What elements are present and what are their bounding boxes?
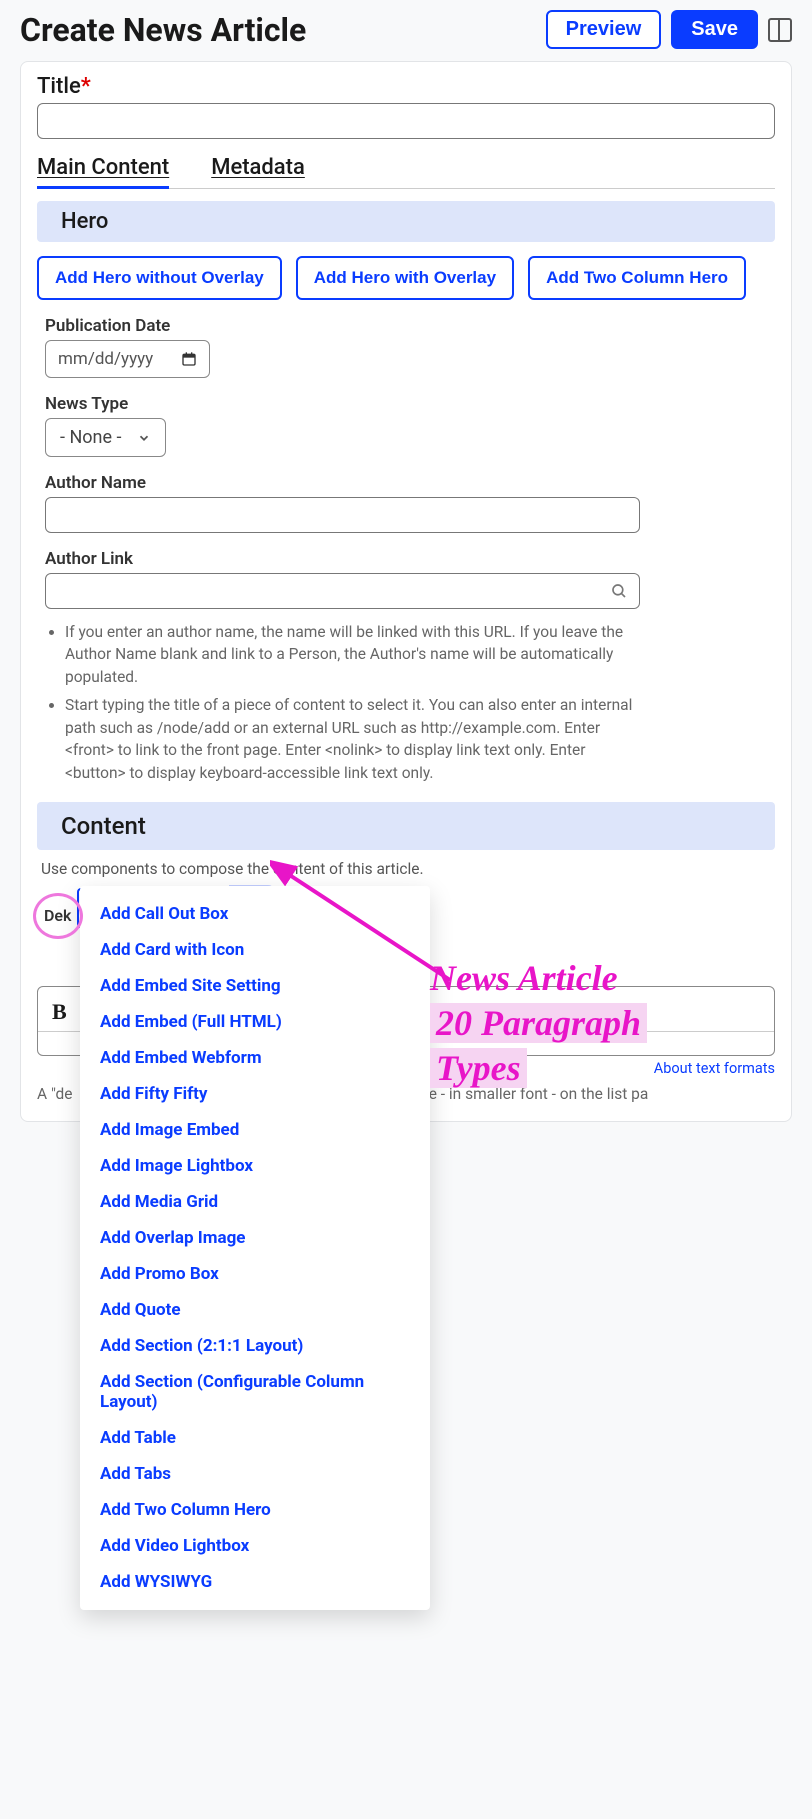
add-hero-without-overlay-button[interactable]: Add Hero without Overlay [37, 256, 282, 300]
author-name-label: Author Name [45, 473, 767, 493]
search-icon [610, 582, 628, 600]
dropdown-item[interactable]: Add Section (2:1:1 Layout) [80, 1328, 430, 1364]
content-section-header: Content [37, 802, 775, 850]
bold-icon[interactable]: B [52, 999, 67, 1025]
page-title: Create News Article [20, 11, 306, 49]
dropdown-item[interactable]: Add Promo Box [80, 1256, 430, 1292]
dropdown-item[interactable]: Add Table [80, 1420, 430, 1456]
dropdown-item[interactable]: Add Image Lightbox [80, 1148, 430, 1184]
news-type-label: News Type [45, 394, 767, 414]
add-component-dropdown: Add Call Out Box Add Card with Icon Add … [80, 886, 430, 1610]
help-text-author-url: If you enter an author name, the name wi… [65, 621, 637, 688]
news-type-selected: - None - [60, 427, 121, 448]
dropdown-item[interactable]: Add Overlap Image [80, 1220, 430, 1256]
required-indicator: * [81, 74, 91, 99]
hero-section-header: Hero [37, 201, 775, 242]
dropdown-item[interactable]: Add WYSIWYG [80, 1564, 430, 1600]
chevron-down-icon [137, 431, 151, 445]
dropdown-item[interactable]: Add Video Lightbox [80, 1528, 430, 1564]
dropdown-item[interactable]: Add Embed Webform [80, 1040, 430, 1076]
date-placeholder: mm/dd/yyyy [58, 349, 153, 369]
dropdown-item[interactable]: Add Image Embed [80, 1112, 430, 1148]
title-label: Title [37, 74, 81, 99]
add-hero-with-overlay-button[interactable]: Add Hero with Overlay [296, 256, 514, 300]
dek-label: Dek [44, 906, 71, 925]
dropdown-item[interactable]: Add Card with Icon [80, 932, 430, 968]
save-button[interactable]: Save [671, 10, 758, 49]
dropdown-item[interactable]: Add Media Grid [80, 1184, 430, 1220]
author-name-input[interactable] [45, 497, 640, 533]
dropdown-item[interactable]: Add Fifty Fifty [80, 1076, 430, 1112]
add-two-column-hero-button[interactable]: Add Two Column Hero [528, 256, 746, 300]
news-type-select[interactable]: - None - [45, 418, 166, 457]
content-description: Use components to compose the content of… [41, 860, 775, 878]
dropdown-item[interactable]: Add Call Out Box [80, 896, 430, 932]
publication-date-input[interactable]: mm/dd/yyyy [45, 340, 210, 378]
dropdown-item[interactable]: Add Embed (Full HTML) [80, 1004, 430, 1040]
preview-button[interactable]: Preview [546, 10, 662, 49]
author-link-input[interactable] [45, 573, 640, 609]
dropdown-item[interactable]: Add Embed Site Setting [80, 968, 430, 1004]
help-text-link-paths: Start typing the title of a piece of con… [65, 694, 637, 784]
dropdown-item[interactable]: Add Two Column Hero [80, 1492, 430, 1528]
tab-metadata[interactable]: Metadata [211, 153, 305, 188]
publication-date-label: Publication Date [45, 316, 767, 336]
dropdown-item[interactable]: Add Tabs [80, 1456, 430, 1492]
dropdown-item[interactable]: Add Section (Configurable Column Layout) [80, 1364, 430, 1420]
title-input[interactable] [37, 103, 775, 139]
dropdown-item[interactable]: Add Quote [80, 1292, 430, 1328]
author-link-label: Author Link [45, 549, 767, 569]
calendar-icon [181, 351, 197, 367]
tab-main-content[interactable]: Main Content [37, 153, 169, 189]
sidebar-toggle-icon[interactable] [768, 18, 792, 42]
